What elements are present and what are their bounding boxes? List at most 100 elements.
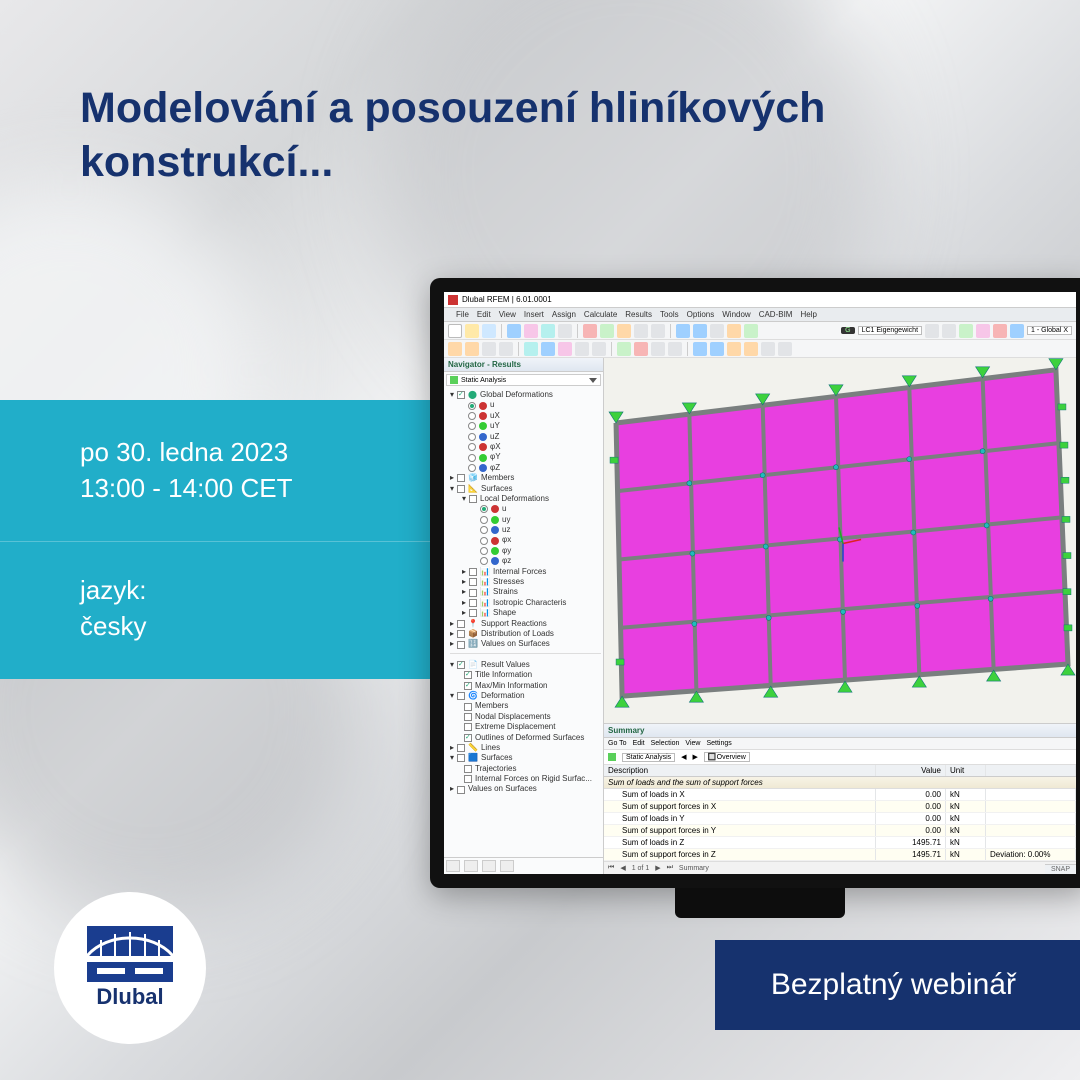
tool-icon[interactable] (507, 324, 521, 338)
menu-calculate[interactable]: Calculate (584, 310, 617, 319)
tool-icon[interactable] (744, 342, 758, 356)
tool-icon[interactable] (448, 342, 462, 356)
tree-isotropic[interactable]: Isotropic Characteris (493, 598, 566, 608)
tool-icon[interactable] (575, 342, 589, 356)
nav-tab-icon[interactable] (446, 860, 460, 872)
tree-surfaces[interactable]: Surfaces (481, 484, 513, 494)
tree-axis[interactable]: φZ (490, 463, 500, 473)
summary-analysis-combo[interactable]: Static Analysis (622, 753, 675, 762)
tool-icon[interactable] (465, 342, 479, 356)
tree-trajectories[interactable]: Trajectories (475, 764, 517, 774)
summary-settings[interactable]: Settings (706, 740, 731, 747)
tool-icon[interactable] (693, 342, 707, 356)
prev-icon[interactable]: ◀ (681, 753, 686, 761)
tree-result-values[interactable]: Result Values (481, 660, 530, 670)
menu-insert[interactable]: Insert (524, 310, 544, 319)
tool-icon[interactable] (1010, 324, 1024, 338)
navigator-panel[interactable]: Navigator - Results Static Analysis ▾⬤Gl… (444, 358, 604, 874)
tree-members2[interactable]: Members (475, 701, 508, 711)
tool-icon[interactable] (482, 342, 496, 356)
tool-icon[interactable] (744, 324, 758, 338)
toolbar-1[interactable]: G LC1 Eigengewicht 1 - Global X (444, 322, 1076, 340)
tree-outlines[interactable]: Outlines of Deformed Surfaces (475, 733, 584, 743)
tool-icon[interactable] (668, 342, 682, 356)
tree-stresses[interactable]: Stresses (493, 577, 524, 587)
tree-extreme[interactable]: Extreme Displacement (475, 722, 555, 732)
tree-axis[interactable]: uY (490, 421, 500, 431)
tree-nodal[interactable]: Nodal Displacements (475, 712, 551, 722)
loadcase-combo[interactable]: LC1 Eigengewicht (858, 326, 922, 335)
tree-distribution[interactable]: Distribution of Loads (481, 629, 554, 639)
tree-values-surf2[interactable]: Values on Surfaces (468, 784, 537, 794)
tool-icon[interactable] (617, 324, 631, 338)
menu-view[interactable]: View (499, 310, 516, 319)
tree-axis[interactable]: φx (502, 535, 511, 545)
summary-edit[interactable]: Edit (633, 740, 645, 747)
save-icon[interactable] (482, 324, 496, 338)
tool-icon[interactable] (727, 324, 741, 338)
tool-icon[interactable] (993, 324, 1007, 338)
tree-internal-forces[interactable]: Internal Forces (493, 567, 546, 577)
tool-icon[interactable] (558, 324, 572, 338)
tool-icon[interactable] (583, 324, 597, 338)
menu-bar[interactable]: File Edit View Insert Assign Calculate R… (444, 308, 1076, 322)
analysis-combo[interactable]: Static Analysis (446, 374, 601, 386)
tree-shape[interactable]: Shape (493, 608, 516, 618)
summary-pager[interactable]: ⏮ ◀ 1 of 1 ▶ ⏭ Summary (604, 861, 1076, 874)
prev-icon[interactable] (925, 324, 939, 338)
tool-icon[interactable] (693, 324, 707, 338)
menu-results[interactable]: Results (625, 310, 652, 319)
prev-icon[interactable]: ◀ (620, 864, 625, 872)
nav-tab-icon[interactable] (464, 860, 478, 872)
tool-icon[interactable] (617, 342, 631, 356)
tree-axis[interactable]: u (490, 400, 494, 410)
next-icon[interactable]: ▶ (655, 864, 660, 872)
tree-axis[interactable]: u (502, 504, 506, 514)
summary-goto[interactable]: Go To (608, 740, 627, 747)
tool-icon[interactable] (524, 324, 538, 338)
tool-icon[interactable] (558, 342, 572, 356)
menu-file[interactable]: File (456, 310, 469, 319)
new-icon[interactable] (448, 324, 462, 338)
menu-window[interactable]: Window (722, 310, 750, 319)
tool-icon[interactable] (710, 342, 724, 356)
summary-view[interactable]: View (685, 740, 700, 747)
menu-help[interactable]: Help (800, 310, 816, 319)
tree-axis[interactable]: uy (502, 515, 510, 525)
tree-axis[interactable]: φX (490, 442, 501, 452)
next-icon[interactable]: ▶ (693, 753, 698, 761)
last-icon[interactable]: ⏭ (667, 864, 673, 872)
tree-title-info[interactable]: Title Information (475, 670, 532, 680)
tool-icon[interactable] (541, 342, 555, 356)
tool-icon[interactable] (600, 324, 614, 338)
tree-deformation[interactable]: Deformation (481, 691, 525, 701)
tool-icon[interactable] (651, 342, 665, 356)
tool-icon[interactable] (761, 342, 775, 356)
menu-options[interactable]: Options (687, 310, 715, 319)
menu-cadbim[interactable]: CAD-BIM (759, 310, 793, 319)
tool-icon[interactable] (651, 324, 665, 338)
tool-icon[interactable] (959, 324, 973, 338)
menu-tools[interactable]: Tools (660, 310, 679, 319)
tree-axis[interactable]: φy (502, 546, 511, 556)
first-icon[interactable]: ⏮ (608, 864, 614, 872)
tool-icon[interactable] (524, 342, 538, 356)
tool-icon[interactable] (499, 342, 513, 356)
open-icon[interactable] (465, 324, 479, 338)
nav-tab-icon[interactable] (482, 860, 496, 872)
nav-tab-icon[interactable] (500, 860, 514, 872)
tool-icon[interactable] (727, 342, 741, 356)
tree-global-deformations[interactable]: Global Deformations (480, 390, 553, 400)
view-combo[interactable]: 1 - Global X (1027, 326, 1072, 335)
tree-support[interactable]: Support Reactions (481, 619, 547, 629)
tool-icon[interactable] (592, 342, 606, 356)
tool-icon[interactable] (634, 342, 648, 356)
tree-axis[interactable]: uZ (490, 432, 499, 442)
tree-members[interactable]: Members (481, 473, 514, 483)
results-tree[interactable]: ▾⬤Global Deformations u uX uY uZ φX φY φ… (444, 388, 603, 857)
summary-selection[interactable]: Selection (651, 740, 680, 747)
tree-strains[interactable]: Strains (493, 587, 518, 597)
tool-icon[interactable] (676, 324, 690, 338)
menu-assign[interactable]: Assign (552, 310, 576, 319)
tree-maxmin[interactable]: Max/Min Information (475, 681, 547, 691)
